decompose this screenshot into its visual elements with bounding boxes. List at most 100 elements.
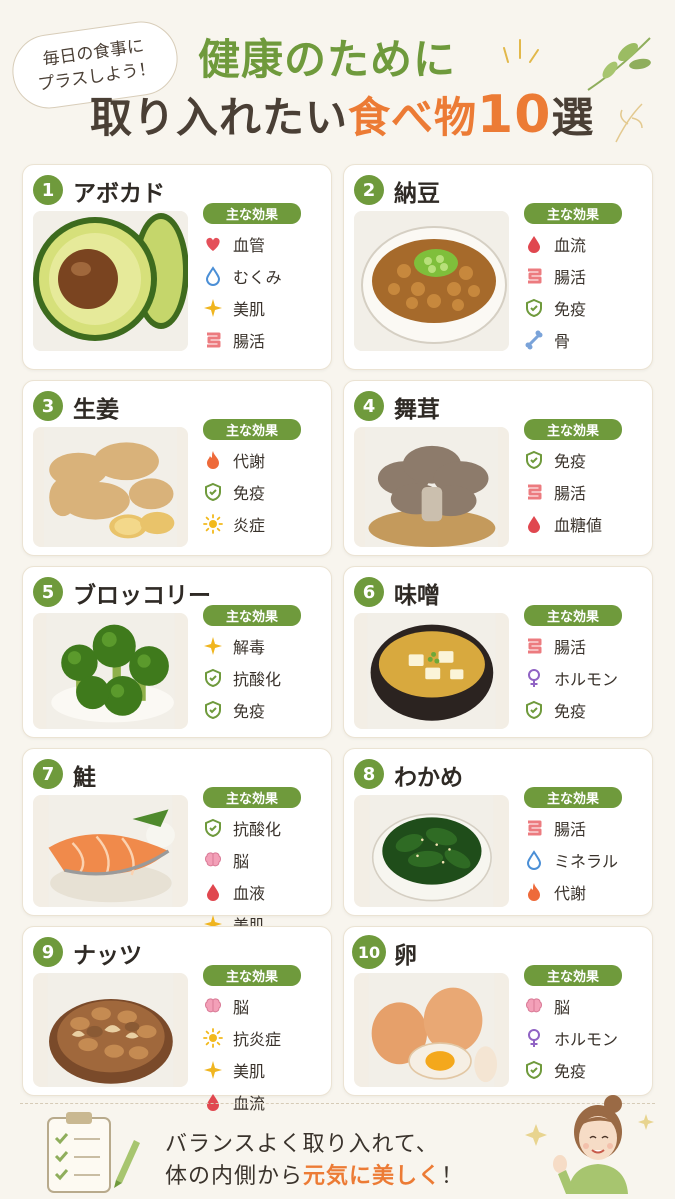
brain-icon <box>524 996 544 1016</box>
effects-list: 主な効果抗酸化脳血液美肌 <box>203 787 323 940</box>
effects-list: 主な効果 代謝 免疫 炎症 <box>203 419 323 540</box>
food-number-badge: 1 <box>33 175 63 205</box>
water-drop-icon <box>524 850 544 870</box>
sun-icon <box>203 1028 223 1048</box>
food-card: 7鮭主な効果抗酸化脳血液美肌 <box>22 748 332 935</box>
sparkle-icon <box>203 1060 223 1080</box>
effect-item: 解毒 <box>203 630 323 662</box>
effect-item: 腸活 <box>524 260 644 292</box>
food-photo <box>354 613 509 729</box>
shield-icon <box>524 450 544 470</box>
footer-highlight: 元気に美しく <box>303 1164 442 1189</box>
food-card: 3 生姜 主な効果 代謝 免疫 炎症 <box>22 380 332 556</box>
effect-label: 代謝 <box>233 452 266 471</box>
effect-item: 免疫 <box>524 1054 644 1086</box>
effect-item: 血管 <box>203 228 323 260</box>
effect-label: 血流 <box>554 236 587 255</box>
effects-label: 主な効果 <box>203 419 301 440</box>
effect-label: 腸活 <box>554 820 587 839</box>
food-number-badge: 5 <box>33 577 63 607</box>
effects-list: 主な効果脳ホルモン 免疫 <box>524 965 644 1086</box>
effect-label: 骨 <box>554 332 571 351</box>
food-number-badge: 8 <box>354 759 384 789</box>
leaf-outline-icon <box>615 103 643 143</box>
effect-label: 抗酸化 <box>233 670 282 689</box>
title-part-a: 取り入れたい <box>90 93 349 142</box>
footer-line-2: 体の内側から元気に美しく！ <box>165 1158 464 1190</box>
brain-icon <box>203 850 223 870</box>
effects-label: 主な効果 <box>524 605 622 626</box>
footer-banner: バランスよく取り入れて、 体の内側から元気に美しく！ <box>20 1095 655 1194</box>
shield-icon <box>524 298 544 318</box>
effect-label: 解毒 <box>233 638 266 657</box>
effect-label: 抗酸化 <box>233 820 282 839</box>
shield-icon <box>203 668 223 688</box>
water-drop-icon <box>203 266 223 286</box>
effect-label: 免疫 <box>554 452 587 471</box>
effect-label: 炎症 <box>233 516 266 535</box>
effect-item: 腸活 <box>524 630 644 662</box>
effect-item: 美肌 <box>203 1054 323 1086</box>
effect-label: 血液 <box>233 884 266 903</box>
leaf-branch-icon <box>587 37 651 91</box>
food-card: 4 舞茸 主な効果 免疫 腸活 血糖値 <box>343 380 653 556</box>
effect-label: 代謝 <box>554 884 587 903</box>
effect-label: 免疫 <box>554 300 587 319</box>
blood-drop-icon <box>524 514 544 534</box>
sun-icon <box>203 514 223 534</box>
effect-item: 腸活 <box>524 476 644 508</box>
shield-icon <box>203 482 223 502</box>
effect-label: 腸活 <box>554 484 587 503</box>
effect-label: ホルモン <box>554 670 619 689</box>
effects-list: 主な効果 免疫 腸活 血糖値 <box>524 419 644 540</box>
intestine-icon <box>524 636 544 656</box>
page-title-line-2: 取り入れたい食べ物10選 <box>90 84 594 145</box>
title-part-c: 選 <box>551 93 595 142</box>
effect-item: 美肌 <box>203 292 323 324</box>
effect-item: 免疫 <box>524 694 644 726</box>
footer-line-1: バランスよく取り入れて、 <box>165 1132 439 1157</box>
effect-label: 美肌 <box>233 300 266 319</box>
food-card: 8 わかめ 主な効果 腸活 ミネラル 代謝 <box>343 748 653 916</box>
food-card: 1 アボカド 主な効果 血管 むくみ 美肌 腸活 <box>22 164 332 370</box>
page-title-line-1: 健康のために <box>198 35 457 84</box>
effect-label: 免疫 <box>554 1062 587 1081</box>
food-photo <box>33 973 188 1087</box>
food-number-badge: 7 <box>33 759 63 789</box>
effect-item: 脳 <box>524 990 644 1022</box>
effect-item: 腸活 <box>524 812 644 844</box>
food-photo <box>354 211 509 351</box>
effect-label: 免疫 <box>233 702 266 721</box>
intestine-icon <box>524 482 544 502</box>
food-card: 6 味噌主な効果腸活ホルモン免疫 <box>343 566 653 738</box>
flame-icon <box>203 450 223 470</box>
effect-label: 美肌 <box>233 1062 266 1081</box>
effect-item: 骨 <box>524 324 644 356</box>
intestine-icon <box>203 330 223 350</box>
effects-label: 主な効果 <box>203 203 301 224</box>
food-name: わかめ <box>394 765 463 791</box>
effect-item: 抗酸化 <box>203 812 323 844</box>
effect-item: 炎症 <box>203 508 323 540</box>
food-name: 生姜 <box>73 397 119 423</box>
clipboard-checklist-icon <box>47 1112 140 1193</box>
effects-label: 主な効果 <box>524 965 622 986</box>
brain-icon <box>203 996 223 1016</box>
food-photo <box>33 795 188 907</box>
heart-icon <box>203 234 223 254</box>
food-name: 味噌 <box>394 583 440 609</box>
sparkle-lines-icon <box>503 39 539 63</box>
shield-icon <box>203 700 223 720</box>
food-number-badge: 6 <box>354 577 384 607</box>
effect-label: 腸活 <box>233 332 266 351</box>
food-photo <box>33 211 188 351</box>
sparkle-icon <box>203 298 223 318</box>
food-name: ブロッコリー <box>73 583 211 609</box>
footer-line-2-a: 体の内側から <box>165 1164 304 1189</box>
effects-label: 主な効果 <box>203 965 301 986</box>
effect-item: 抗酸化 <box>203 662 323 694</box>
effects-list: 主な効果脳抗炎症 美肌 血流 <box>203 965 323 1118</box>
food-card: 9 ナッツ 主な効果脳抗炎症 美肌 血流 <box>22 926 332 1113</box>
effect-item: 血液 <box>203 876 323 908</box>
effect-item: ミネラル <box>524 844 644 876</box>
